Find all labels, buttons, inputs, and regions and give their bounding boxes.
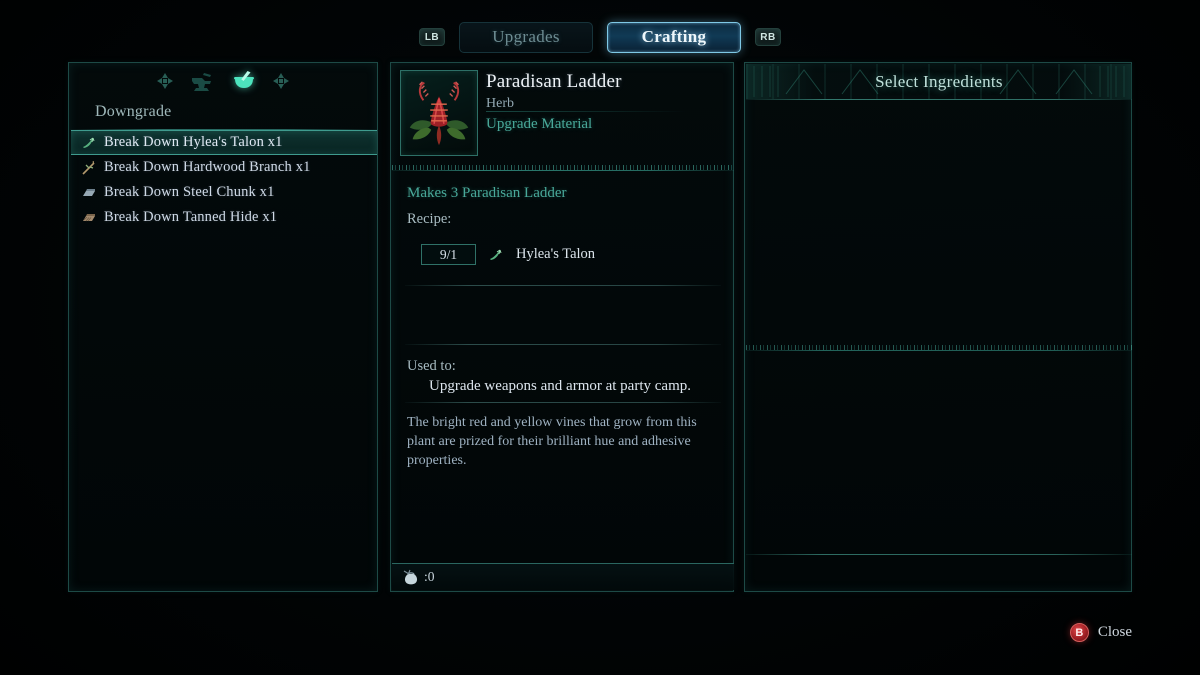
mortar-pestle-icon[interactable]: [231, 69, 257, 93]
item-type: Herb: [486, 96, 514, 111]
item-detail-panel: Paradisan Ladder Herb Upgrade Material M…: [390, 62, 734, 592]
item-category-divider: [486, 111, 686, 112]
coin-pouch-icon: [403, 569, 418, 585]
left-bumper-icon: LB: [419, 28, 445, 46]
recipe-list-panel: Downgrade Break Down Hylea's Talon x1 Br…: [68, 62, 378, 592]
list-item-label: Break Down Hylea's Talon x1: [104, 134, 283, 150]
close-label: Close: [1097, 624, 1132, 640]
crafting-station-selector: [69, 69, 377, 93]
section-label-downgrade: Downgrade: [95, 103, 172, 120]
ornamental-divider: [746, 345, 1132, 351]
section-divider: [405, 344, 721, 345]
dpad-left-icon[interactable]: [157, 73, 173, 89]
paradisan-ladder-plant-icon: [409, 81, 469, 146]
select-ingredients-header: Select Ingredients: [746, 64, 1132, 99]
recipe-ingredient-row[interactable]: 9/1 Hylea's Talon: [421, 244, 595, 265]
select-ingredients-title: Select Ingredients: [875, 71, 1003, 91]
currency-value: :0: [424, 569, 435, 584]
herb-icon: [83, 137, 95, 148]
ingredient-quantity: 9/1: [421, 244, 476, 265]
recipe-list: Break Down Hylea's Talon x1 Break Down H…: [71, 130, 377, 230]
game-crafting-screen: LB Upgrades Crafting RB Downgrade Break …: [0, 0, 1200, 675]
makes-line: Makes 3 Paradisan Ladder: [407, 185, 567, 201]
tab-crafting[interactable]: Crafting: [607, 21, 741, 53]
b-button-icon: B: [1069, 623, 1089, 642]
list-item-label: Break Down Steel Chunk x1: [104, 184, 275, 200]
item-flavor-text: The bright red and yellow vines that gro…: [407, 415, 697, 468]
herb-icon: [490, 249, 502, 260]
ornamental-divider: [392, 165, 734, 171]
dpad-right-icon[interactable]: [273, 73, 289, 89]
list-item[interactable]: Break Down Steel Chunk x1: [71, 180, 377, 205]
section-divider: [405, 285, 721, 286]
ingredient-name: Hylea's Talon: [516, 246, 596, 262]
used-to-text: Upgrade weapons and armor at party camp.: [429, 378, 691, 394]
hide-icon: [83, 213, 95, 221]
right-bumper-icon: RB: [755, 28, 781, 46]
used-to-label: Used to:: [407, 358, 456, 374]
item-thumbnail: [400, 70, 478, 156]
list-item-label: Break Down Hardwood Branch x1: [104, 159, 311, 175]
tab-upgrades[interactable]: Upgrades: [459, 21, 593, 53]
tab-bar: LB Upgrades Crafting RB: [0, 18, 1200, 56]
list-item[interactable]: Break Down Hardwood Branch x1: [71, 155, 377, 180]
list-item-label: Break Down Tanned Hide x1: [104, 209, 278, 225]
branch-icon: [82, 160, 95, 175]
item-name: Paradisan Ladder: [486, 71, 622, 92]
header-divider: [746, 99, 1132, 100]
ingredients-footer-bar: [746, 555, 1132, 590]
select-ingredients-panel: Select Ingredients: [744, 62, 1132, 592]
list-item[interactable]: Break Down Tanned Hide x1: [71, 205, 377, 230]
list-item[interactable]: Break Down Hylea's Talon x1: [71, 130, 377, 155]
anvil-icon[interactable]: [189, 69, 215, 93]
item-category: Upgrade Material: [486, 116, 593, 132]
ingot-icon: [83, 188, 95, 196]
close-prompt[interactable]: B Close: [1069, 623, 1132, 642]
recipe-label: Recipe:: [407, 211, 452, 227]
section-divider: [405, 402, 721, 403]
currency-bar: :0: [392, 563, 734, 590]
